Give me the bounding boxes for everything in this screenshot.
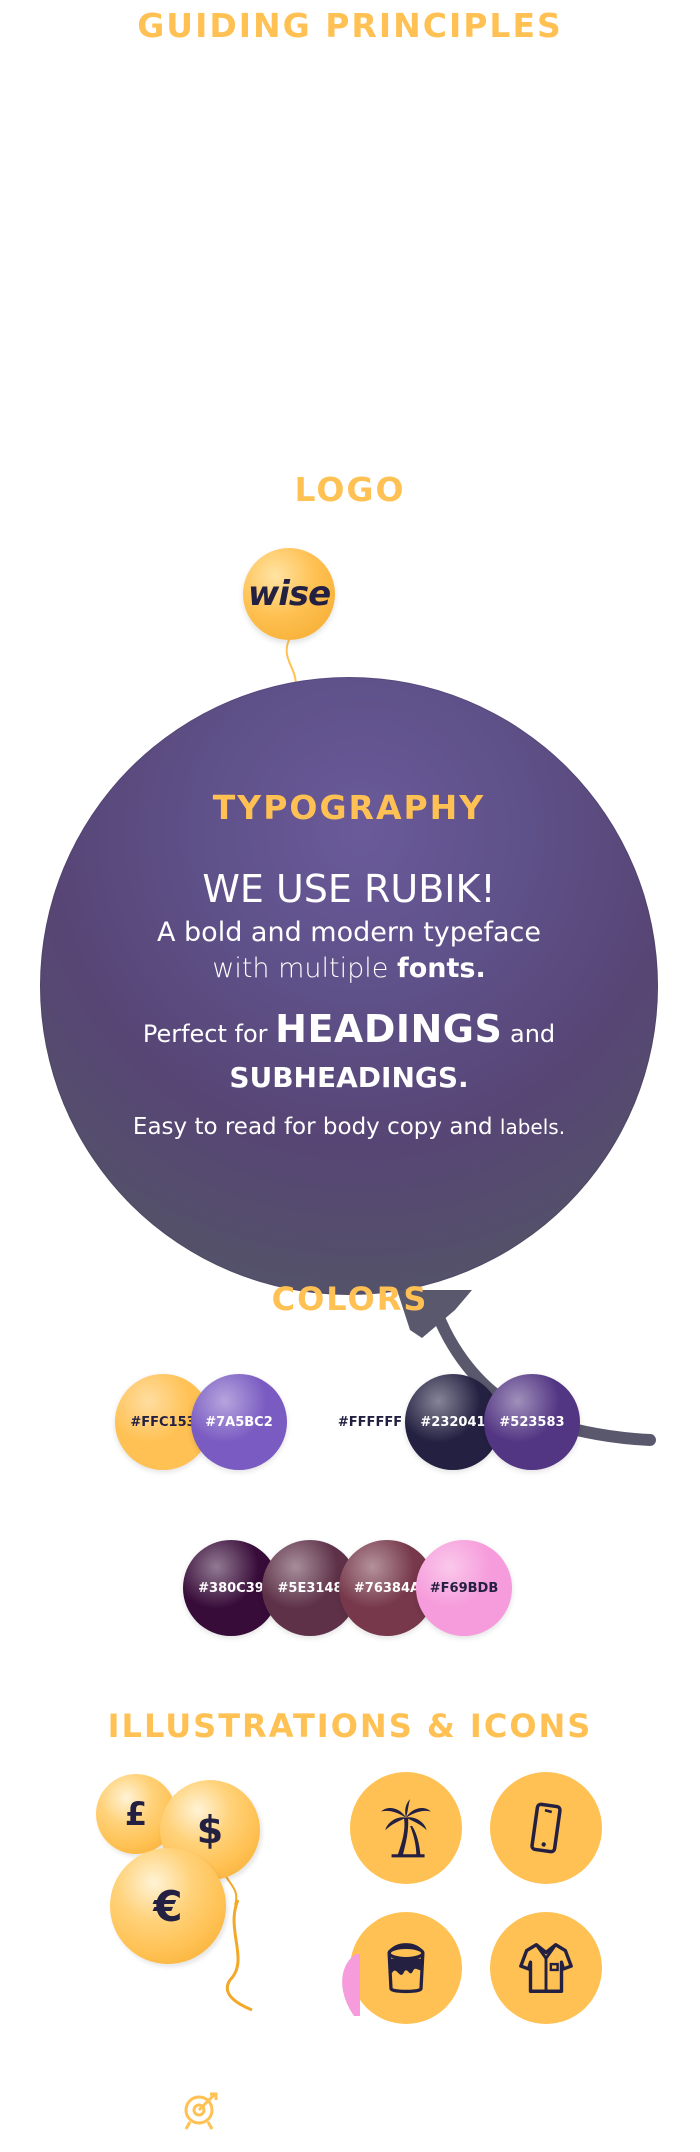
typography-line-4-start: Perfect for: [142, 1020, 276, 1048]
typography-balloon: [40, 677, 658, 1295]
color-label: #380C39: [198, 1580, 264, 1596]
smartphone-icon: [530, 1802, 562, 1854]
palm-tree-circle: [350, 1772, 462, 1884]
color-label: #5E3148: [277, 1580, 343, 1596]
typography-line-3-bold: fonts.: [396, 953, 486, 984]
typography-headings-word: HEADINGS: [275, 1007, 503, 1051]
euro-balloon: €: [110, 1848, 226, 1964]
guiding-principles-heading: GUIDING PRINCIPLES: [137, 6, 563, 45]
color-label: #F69BDB: [429, 1580, 499, 1596]
typography-heading: TYPOGRAPHY: [212, 788, 486, 827]
logo-heading: LOGO: [294, 470, 406, 509]
target-icon: [184, 2092, 218, 2130]
typography-line-4-end: and: [502, 1020, 556, 1048]
logo-balloon: wise: [243, 548, 335, 640]
typography-line-2: A bold and modern typeface: [156, 917, 542, 948]
color-label: #FFFFFF: [337, 1414, 403, 1430]
pink-balloon-edge: [342, 1954, 360, 2016]
color-swatch-ffffff: #FFFFFF: [322, 1374, 418, 1470]
color-swatch-523583: #523583: [484, 1374, 580, 1470]
shirt-circle: [490, 1912, 602, 2024]
dollar-icon: $: [196, 1808, 224, 1852]
paint-bucket-icon: [387, 1943, 425, 1994]
shirt-icon: [519, 1943, 573, 1993]
typography-line-6-start: Easy to read for body copy and: [132, 1114, 500, 1140]
illustrations-icons-heading: ILLUSTRATIONS & ICONS: [107, 1707, 593, 1745]
euro-icon: €: [153, 1881, 183, 1931]
typography-line-4: Perfect for HEADINGS and: [40, 1007, 658, 1051]
color-label: #523583: [499, 1414, 565, 1430]
typography-line-6: Easy to read for body copy and labels.: [40, 1114, 658, 1140]
color-label: #232041: [420, 1414, 486, 1430]
color-swatch-7a5bc2: #7A5BC2: [191, 1374, 287, 1470]
typography-line-3-start: with multiple: [212, 953, 397, 984]
color-label: #7A5BC2: [205, 1414, 273, 1430]
typography-line-1: WE USE RUBIK!: [202, 867, 496, 911]
typography-line-6-small: labels.: [499, 1115, 566, 1139]
color-label: #FFC153: [130, 1414, 196, 1430]
pound-icon: £: [124, 1795, 148, 1833]
color-label: #76384A: [353, 1580, 421, 1596]
color-swatch-f69bdb: #F69BDB: [416, 1540, 512, 1636]
paint-bucket-circle: [350, 1912, 462, 2024]
wise-logo: wise: [247, 574, 331, 614]
smartphone-circle: [490, 1772, 602, 1884]
colors-heading: COLORS: [271, 1280, 429, 1318]
palm-tree-icon: [381, 1799, 431, 1858]
typography-line-3: with multiple fonts.: [40, 953, 658, 984]
typography-line-5: SUBHEADINGS.: [229, 1061, 469, 1094]
